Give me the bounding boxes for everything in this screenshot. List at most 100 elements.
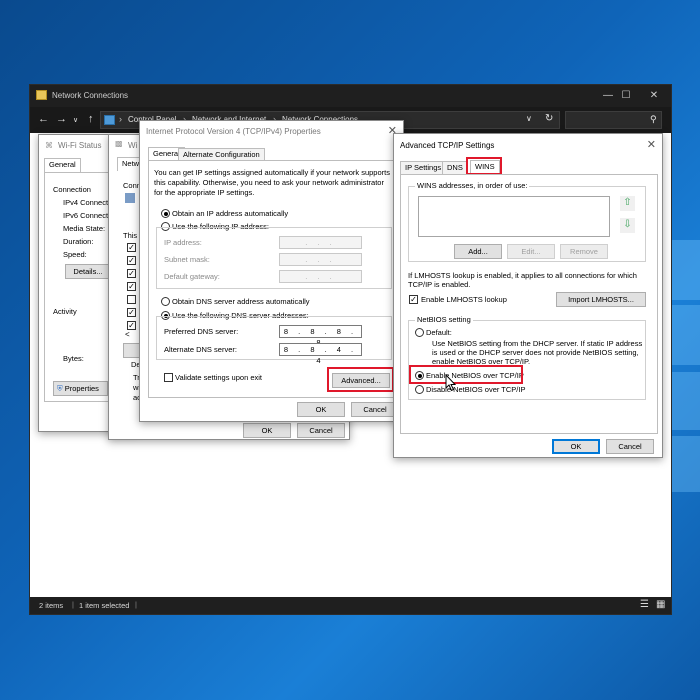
subnet-mask-field[interactable]: . . . bbox=[279, 253, 362, 266]
wins-address-list[interactable] bbox=[418, 196, 610, 237]
cancel-button[interactable]: Cancel bbox=[297, 423, 345, 438]
move-up-icon[interactable]: ⇧ bbox=[620, 196, 635, 211]
netbios-default-desc: Use NetBIOS setting from the DHCP server… bbox=[432, 339, 643, 348]
netbios-default-label: Default: bbox=[426, 328, 452, 337]
row-media-state: Media State: bbox=[63, 224, 106, 233]
netbios-default-radio[interactable] bbox=[415, 328, 424, 337]
intro-text: this capability. Otherwise, you need to … bbox=[154, 178, 384, 187]
lmhosts-info: If LMHOSTS lookup is enabled, it applies… bbox=[408, 271, 637, 280]
preferred-dns-label: Preferred DNS server: bbox=[164, 327, 239, 336]
search-input[interactable]: ⚲ bbox=[565, 111, 662, 129]
netbios-group-label: NetBIOS setting bbox=[415, 315, 473, 324]
obtain-dns-auto-radio[interactable] bbox=[161, 297, 170, 306]
disable-netbios-radio[interactable] bbox=[415, 385, 424, 394]
component-checkbox[interactable] bbox=[127, 295, 136, 304]
subnet-mask-label: Subnet mask: bbox=[164, 255, 210, 264]
dialog-title: Wi bbox=[128, 141, 138, 150]
import-lmhosts-button[interactable]: Import LMHOSTS... bbox=[556, 292, 646, 307]
ipv4-properties-dialog: Internet Protocol Version 4 (TCP/IPv4) P… bbox=[139, 120, 404, 422]
this-connection-label: This bbox=[123, 231, 138, 240]
item-count: 2 items bbox=[39, 601, 64, 610]
scroll-left-icon[interactable]: < bbox=[125, 330, 130, 339]
search-icon: ⚲ bbox=[650, 114, 657, 124]
tab-general[interactable]: General bbox=[44, 158, 81, 172]
details-button[interactable]: Details... bbox=[65, 264, 111, 279]
section-connection: Connection bbox=[53, 185, 91, 194]
component-checkbox[interactable]: ✓ bbox=[127, 243, 136, 252]
maximize-button[interactable]: ☐ bbox=[613, 88, 639, 103]
close-icon[interactable]: ✕ bbox=[647, 138, 656, 151]
wifi-status-icon: ⌘ bbox=[45, 141, 53, 150]
move-down-icon[interactable]: ⇩ bbox=[620, 218, 635, 233]
breadcrumb-separator-icon: › bbox=[119, 114, 122, 124]
ok-button[interactable]: OK bbox=[552, 439, 600, 454]
tiles-view-icon[interactable]: ▦ bbox=[656, 599, 665, 610]
wallpaper-light-ray bbox=[672, 240, 700, 300]
component-checkbox[interactable]: ✓ bbox=[127, 282, 136, 291]
tab-dns[interactable]: DNS bbox=[442, 161, 468, 174]
enable-lmhosts-checkbox[interactable]: ✓ bbox=[409, 295, 418, 304]
obtain-ip-auto-label: Obtain an IP address automatically bbox=[172, 209, 289, 218]
status-bar: 2 items | 1 item selected | ☰ ▦ bbox=[30, 597, 671, 614]
ok-button[interactable]: OK bbox=[297, 402, 345, 417]
tab-ip-settings[interactable]: IP Settings bbox=[400, 161, 447, 174]
ok-button[interactable]: OK bbox=[243, 423, 291, 438]
row-duration: Duration: bbox=[63, 237, 94, 246]
refresh-icon[interactable]: ↻ bbox=[545, 113, 553, 124]
dialog-title: Internet Protocol Version 4 (TCP/IPv4) P… bbox=[146, 127, 321, 136]
enable-lmhosts-label: Enable LMHOSTS lookup bbox=[421, 295, 507, 304]
wins-tab-highlight bbox=[466, 157, 502, 175]
validate-label: Validate settings upon exit bbox=[175, 373, 263, 382]
obtain-dns-auto-label: Obtain DNS server address automatically bbox=[172, 297, 310, 306]
status-divider: | bbox=[72, 600, 74, 609]
disable-netbios-label: Disable NetBIOS over TCP/IP bbox=[426, 385, 526, 394]
wallpaper-light-ray bbox=[672, 305, 700, 365]
add-button[interactable]: Add... bbox=[454, 244, 502, 259]
default-gateway-field[interactable]: . . . bbox=[279, 270, 362, 283]
netbios-default-desc: is used or the DHCP server does not prov… bbox=[432, 348, 639, 357]
component-checkbox[interactable]: ✓ bbox=[127, 269, 136, 278]
component-checkbox[interactable]: ✓ bbox=[127, 308, 136, 317]
wallpaper-light-ray bbox=[672, 372, 700, 430]
bytes-label: Bytes: bbox=[63, 354, 84, 363]
details-view-icon[interactable]: ☰ bbox=[640, 599, 649, 610]
dialog-title: Advanced TCP/IP Settings bbox=[400, 141, 495, 150]
adapter-icon bbox=[125, 193, 135, 203]
status-divider: | bbox=[135, 600, 137, 609]
close-button[interactable]: ✕ bbox=[641, 88, 667, 103]
forward-arrow-icon[interactable]: → bbox=[56, 113, 67, 125]
alternate-dns-label: Alternate DNS server: bbox=[164, 345, 237, 354]
mouse-pointer-icon bbox=[445, 374, 457, 392]
shield-icon: ⛨ bbox=[57, 384, 63, 393]
preferred-dns-field[interactable]: 8 . 8 . 8 . 8 bbox=[279, 325, 362, 347]
advanced-tcpip-dialog: Advanced TCP/IP Settings ✕ IP Settings D… bbox=[393, 133, 663, 458]
control-panel-icon bbox=[104, 115, 115, 125]
folder-icon bbox=[36, 90, 47, 100]
component-checkbox[interactable]: ✓ bbox=[127, 256, 136, 265]
properties-button[interactable]: ⛨ Properties bbox=[53, 381, 108, 396]
section-activity: Activity bbox=[53, 307, 77, 316]
intro-text: You can get IP settings assigned automat… bbox=[154, 168, 390, 177]
cancel-button[interactable]: Cancel bbox=[606, 439, 654, 454]
properties-label: Properties bbox=[64, 384, 99, 393]
recent-chevron-icon[interactable]: ∨ bbox=[73, 116, 78, 124]
obtain-ip-auto-radio[interactable] bbox=[161, 209, 170, 218]
up-arrow-icon[interactable]: ↑ bbox=[88, 113, 94, 125]
wallpaper-light-ray bbox=[672, 436, 700, 492]
address-dropdown-icon[interactable]: ∨ bbox=[526, 114, 532, 123]
back-arrow-icon[interactable]: ← bbox=[38, 113, 49, 125]
component-checkbox[interactable]: ✓ bbox=[127, 321, 136, 330]
edit-button: Edit... bbox=[507, 244, 555, 259]
remove-button: Remove bbox=[560, 244, 608, 259]
enable-netbios-highlight bbox=[409, 365, 523, 384]
ip-address-field[interactable]: . . . bbox=[279, 236, 362, 249]
intro-text: for the appropriate IP settings. bbox=[154, 188, 255, 197]
explorer-titlebar: Network Connections — ☐ ✕ bbox=[30, 85, 671, 107]
cancel-button[interactable]: Cancel bbox=[351, 402, 399, 417]
validate-checkbox[interactable] bbox=[164, 373, 173, 382]
default-gateway-label: Default gateway: bbox=[164, 272, 220, 281]
window-title: Network Connections bbox=[52, 91, 129, 100]
dialog-title: Wi-Fi Status bbox=[58, 141, 102, 150]
alternate-dns-field[interactable]: 8 . 8 . 4 . 4 bbox=[279, 343, 362, 365]
advanced-button-highlight bbox=[327, 367, 394, 392]
